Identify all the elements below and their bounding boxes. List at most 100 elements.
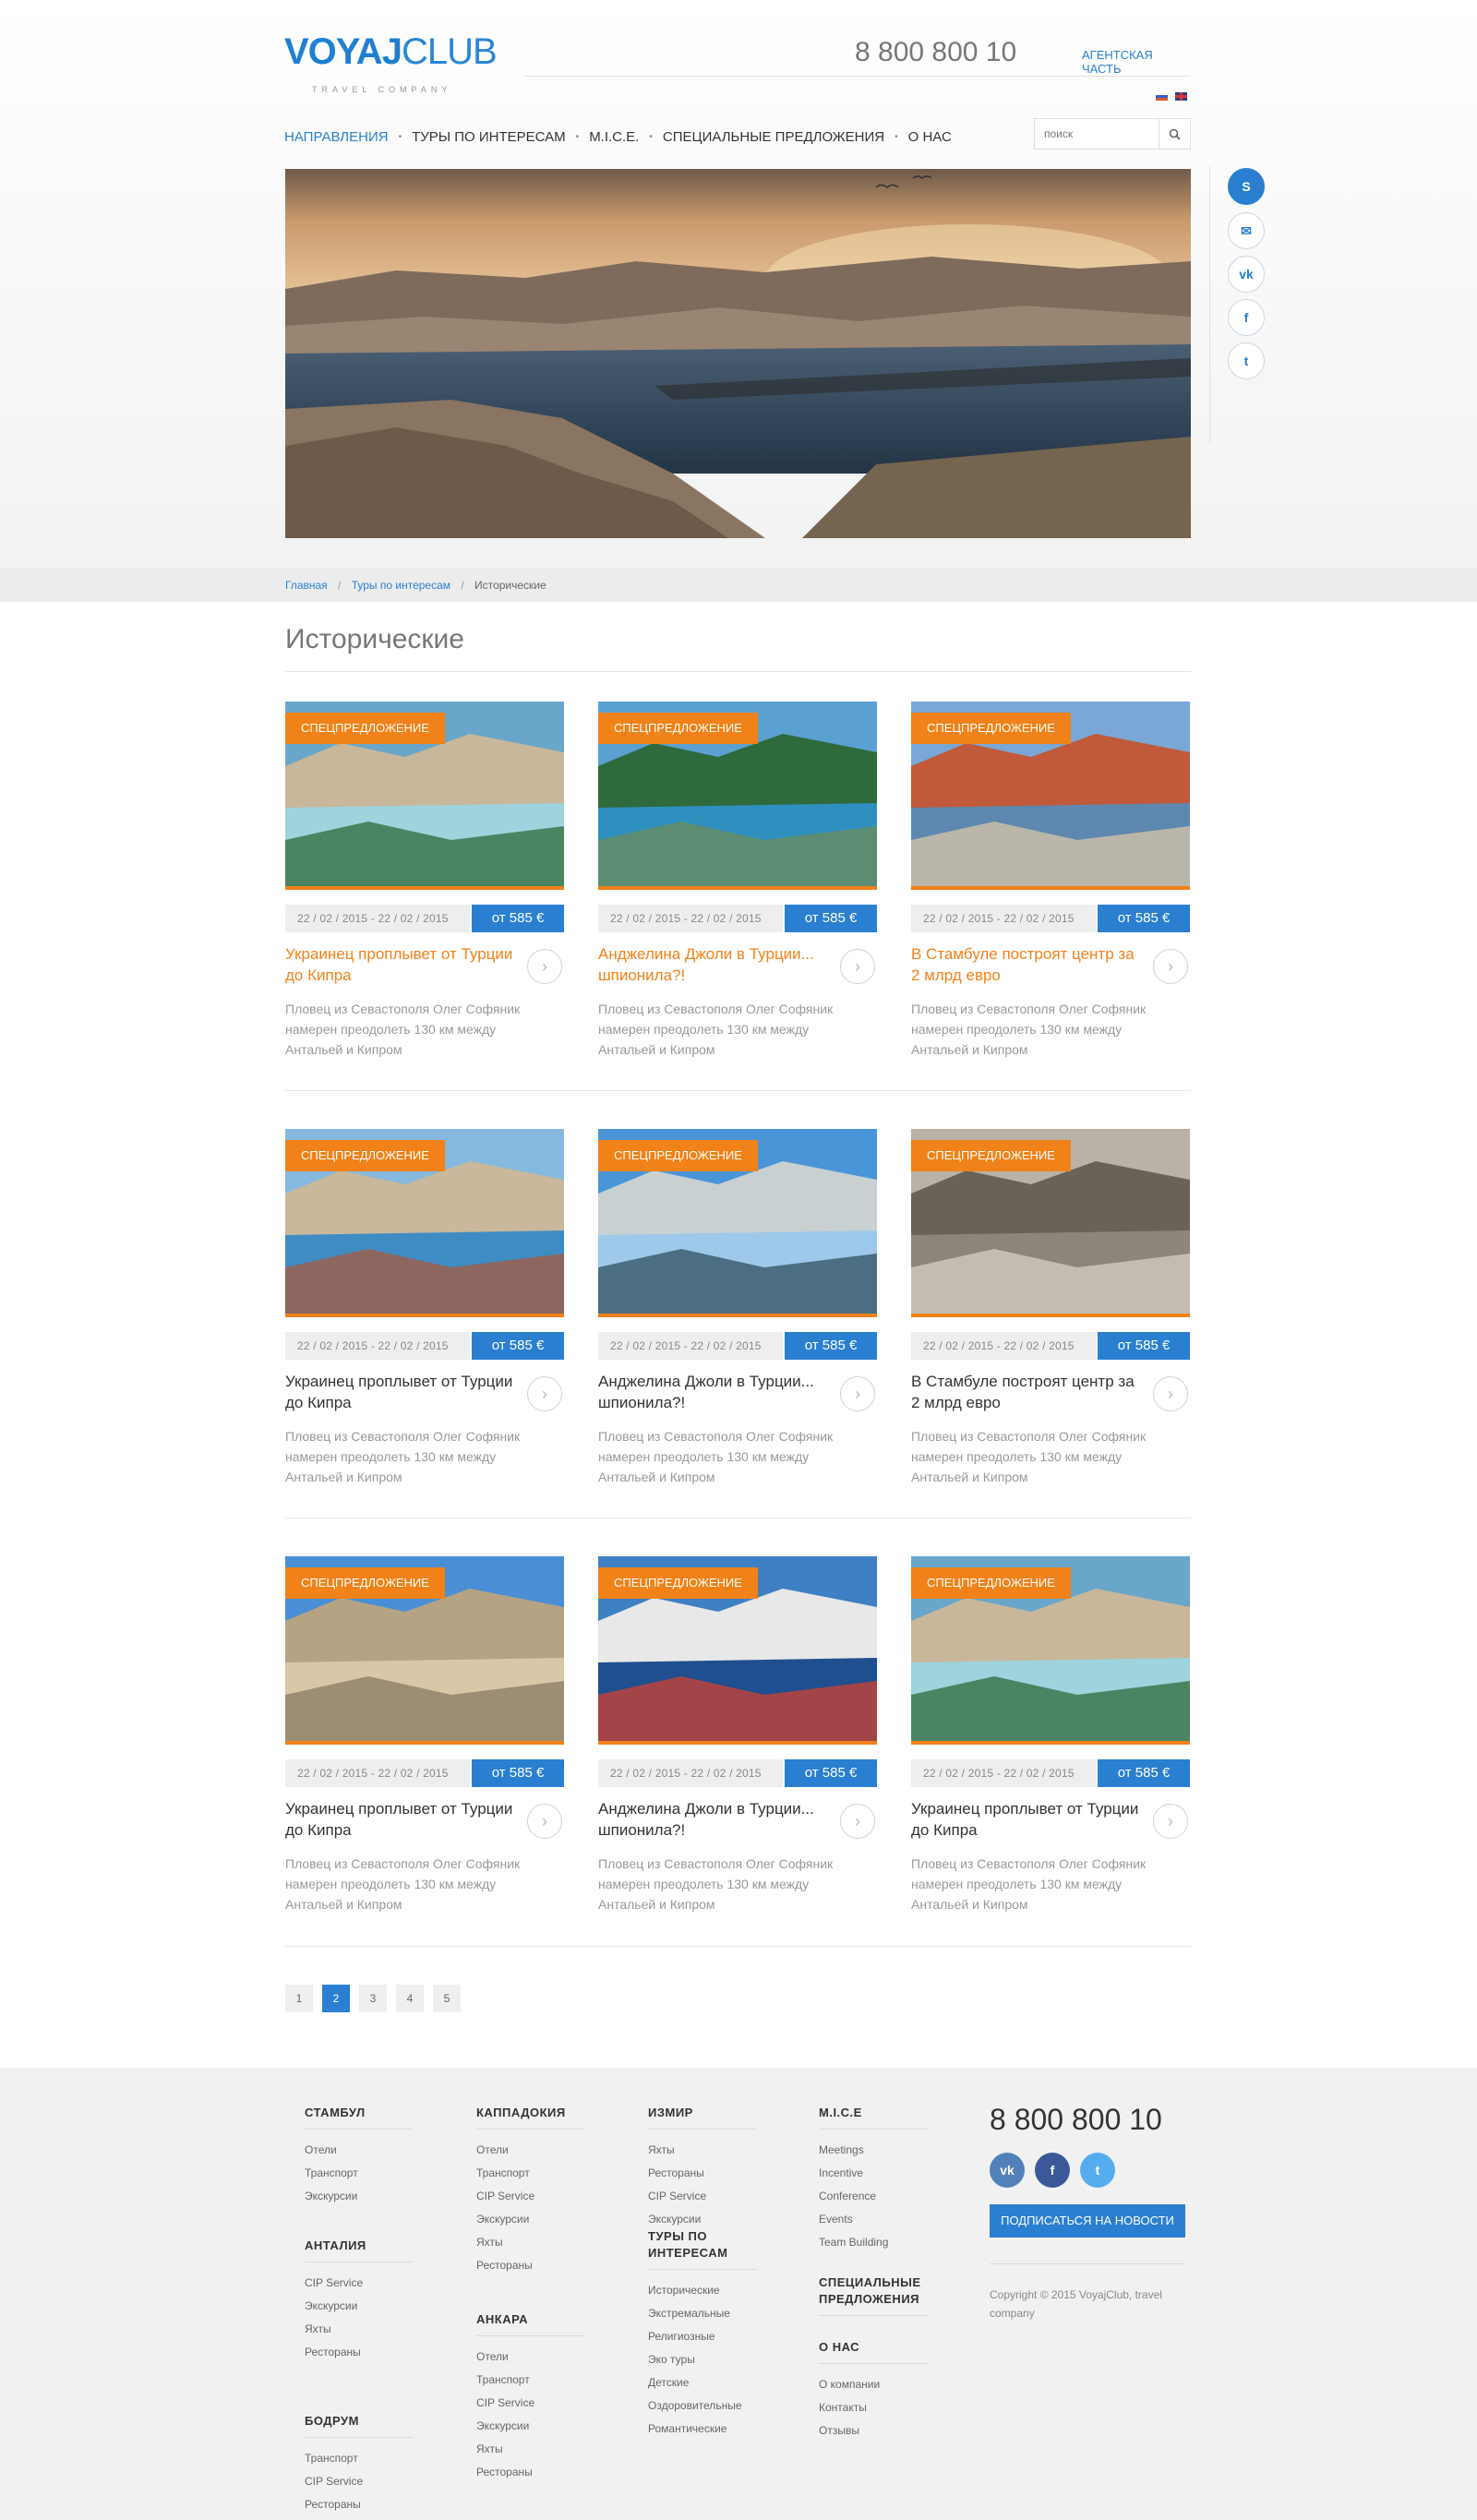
page-button[interactable]: 4 [396,1985,424,2012]
footer-link[interactable]: Отели [476,2139,596,2162]
tour-title[interactable]: Анджелина Джоли в Турции... шпионила?! [598,1798,829,1841]
footer-link[interactable]: Оздоровительные [648,2394,768,2418]
logo[interactable]: VOYAJCLUB [284,31,498,73]
footer-link[interactable]: Исторические [648,2279,768,2302]
footer-link[interactable]: Транспорт [476,2162,596,2185]
tour-title[interactable]: Анджелина Джоли в Турции... шпионила?! [598,1371,829,1413]
footer-link[interactable]: Рестораны [476,2254,596,2277]
footer-link[interactable]: Events [819,2208,939,2231]
page-button[interactable]: 3 [359,1985,387,2012]
nav-item-mice[interactable]: M.I.C.E. [589,129,639,145]
footer-link[interactable]: Рестораны [305,2493,425,2516]
footer-link[interactable]: О компании [819,2373,939,2396]
nav-item-destinations[interactable]: НАПРАВЛЕНИЯ [284,129,389,145]
footer-link[interactable]: CIP Service [305,2470,425,2493]
tour-card[interactable]: СПЕЦПРЕДЛОЖЕНИЕ 22 / 02 / 2015 - 22 / 02 … [285,1556,564,1926]
nav-item-interest-tours[interactable]: ТУРЫ ПО ИНТЕРЕСАМ [412,129,566,145]
footer-twitter-button[interactable]: t [1080,2153,1115,2188]
footer-link[interactable]: Team Building [819,2231,939,2254]
mail-button[interactable]: ✉ [1228,212,1265,249]
tour-card[interactable]: СПЕЦПРЕДЛОЖЕНИЕ 22 / 02 / 2015 - 22 / 02 … [598,1129,877,1498]
tour-title[interactable]: В Стамбуле построят центр за 2 млрд евро [911,943,1142,986]
card-more-button[interactable]: › [527,1804,562,1839]
footer-link[interactable]: Экскурсии [476,2208,596,2231]
card-more-button[interactable]: › [840,1804,875,1839]
tour-card[interactable]: СПЕЦПРЕДЛОЖЕНИЕ 22 / 02 / 2015 - 22 / 02 … [598,1556,877,1926]
footer-link[interactable]: CIP Service [305,2272,425,2295]
footer-link[interactable]: Рестораны [305,2341,425,2364]
tour-title[interactable]: Украинец проплывет от Турции до Кипра [285,1371,516,1413]
footer-link[interactable]: Религиозные [648,2325,768,2348]
card-more-button[interactable]: › [1153,1804,1188,1839]
footer-link[interactable]: Conference [819,2185,939,2208]
search-button[interactable] [1159,119,1190,149]
breadcrumb-parent[interactable]: Туры по интересам [352,579,450,592]
footer-facebook-button[interactable]: f [1035,2153,1070,2188]
chevron-right-icon: › [855,956,860,976]
card-more-button[interactable]: › [840,1376,875,1411]
footer-link[interactable]: Отзывы [819,2419,939,2442]
footer-phone: 8 800 800 10 [990,2103,1162,2136]
facebook-button[interactable]: f [1228,299,1265,336]
footer-link[interactable]: Романтические [648,2418,768,2441]
tour-title[interactable]: Украинец проплывет от Турции до Кипра [911,1798,1142,1841]
footer-link[interactable]: Яхты [476,2438,596,2461]
card-more-button[interactable]: › [527,1376,562,1411]
tour-card[interactable]: СПЕЦПРЕДЛОЖЕНИЕ 22 / 02 / 2015 - 22 / 02 … [598,702,877,1071]
footer-link[interactable]: Яхты [476,2231,596,2254]
footer-link[interactable]: Рестораны [476,2461,596,2484]
footer-link[interactable]: Яхты [648,2139,768,2162]
twitter-button[interactable]: t [1228,342,1265,379]
tour-card[interactable]: СПЕЦПРЕДЛОЖЕНИЕ 22 / 02 / 2015 - 22 / 02 … [911,1129,1190,1498]
nav-item-about[interactable]: О НАС [908,129,952,145]
logo-subtitle: TRAVEL COMPANY [312,85,452,94]
footer-link[interactable]: CIP Service [476,2185,596,2208]
footer-vk-button[interactable]: vk [990,2153,1025,2188]
footer-link[interactable]: Эко туры [648,2348,768,2371]
footer-link[interactable]: Транспорт [305,2447,425,2470]
chevron-right-icon: › [542,956,547,976]
footer-link[interactable]: Экстремальные [648,2302,768,2325]
footer-link[interactable]: Экскурсии [305,2295,425,2318]
footer-link[interactable]: Экскурсии [476,2415,596,2438]
footer-link[interactable]: CIP Service [648,2185,768,2208]
footer-link[interactable]: Контакты [819,2396,939,2419]
breadcrumb-home[interactable]: Главная [285,579,328,592]
skype-button[interactable]: S [1228,168,1265,205]
footer-group: О НАС О компании Контакты Отзывы [819,2339,939,2442]
tour-card[interactable]: СПЕЦПРЕДЛОЖЕНИЕ 22 / 02 / 2015 - 22 / 02 … [285,1129,564,1498]
card-more-button[interactable]: › [527,949,562,984]
tour-title[interactable]: Анджелина Джоли в Турции... шпионила?! [598,943,829,986]
footer-link[interactable]: Incentive [819,2162,939,2185]
vk-button[interactable]: vk [1228,256,1265,293]
nav-item-special-offers[interactable]: СПЕЦИАЛЬНЫЕ ПРЕДЛОЖЕНИЯ [663,129,884,145]
russian-flag-icon[interactable] [1156,92,1168,101]
footer-link[interactable]: Детские [648,2371,768,2394]
footer-link[interactable]: CIP Service [476,2392,596,2415]
english-flag-icon[interactable] [1175,92,1188,101]
page-button-current[interactable]: 2 [322,1985,350,2012]
tour-title[interactable]: В Стамбуле построят центр за 2 млрд евро [911,1371,1142,1413]
footer-link[interactable]: Отели [476,2346,596,2369]
footer-link[interactable]: Meetings [819,2139,939,2162]
card-more-button[interactable]: › [1153,949,1188,984]
search-input[interactable] [1035,119,1159,149]
page-button[interactable]: 1 [285,1985,313,2012]
footer-link[interactable]: Отели [305,2139,425,2162]
footer-link[interactable]: Транспорт [305,2162,425,2185]
page-button[interactable]: 5 [433,1985,461,2012]
subscribe-button[interactable]: ПОДПИСАТЬСЯ НА НОВОСТИ [990,2204,1185,2238]
tour-card[interactable]: СПЕЦПРЕДЛОЖЕНИЕ 22 / 02 / 2015 - 22 / 02 … [911,1556,1190,1926]
footer-group: ТУРЫ ПО ИНТЕРЕСАМ Исторические Экстремальн… [648,2228,768,2441]
footer-link[interactable]: Рестораны [648,2162,768,2185]
footer-link[interactable]: Яхты [305,2318,425,2341]
tour-title[interactable]: Украинец проплывет от Турции до Кипра [285,943,516,986]
footer-link[interactable]: Транспорт [476,2369,596,2392]
card-more-button[interactable]: › [840,949,875,984]
card-more-button[interactable]: › [1153,1376,1188,1411]
agent-link[interactable]: АГЕНТСКАЯ ЧАСТЬ [1082,48,1191,76]
tour-card[interactable]: СПЕЦПРЕДЛОЖЕНИЕ 22 / 02 / 2015 - 22 / 02 … [285,702,564,1071]
footer-link[interactable]: Экскурсии [305,2185,425,2208]
tour-card[interactable]: СПЕЦПРЕДЛОЖЕНИЕ 22 / 02 / 2015 - 22 / 02 … [911,702,1190,1071]
tour-title[interactable]: Украинец проплывет от Турции до Кипра [285,1798,516,1841]
